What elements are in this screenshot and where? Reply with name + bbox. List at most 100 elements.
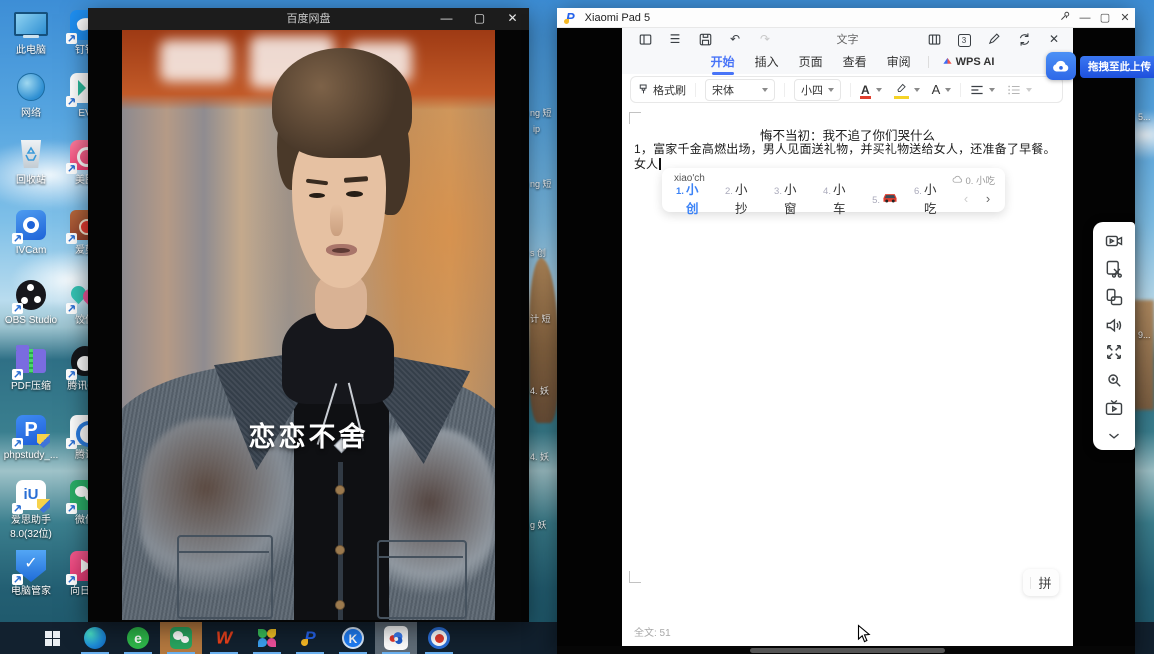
ime-candidate-2[interactable]: 2.小抄 xyxy=(725,179,758,217)
wps-ai-icon xyxy=(942,56,953,67)
screen-recorder-icon xyxy=(428,627,450,649)
desktop-label-fragment: g 妖 xyxy=(530,518,547,531)
format-painter-button[interactable]: 格式刷 xyxy=(637,82,686,98)
shortcut-arrow-icon xyxy=(66,233,77,244)
taskbar-wps[interactable]: W xyxy=(203,622,245,654)
ime-candidate-6[interactable]: 6.小吃 xyxy=(914,179,947,217)
video-person xyxy=(122,30,495,620)
menu-icon[interactable]: ☰ xyxy=(660,29,690,49)
mirror-minimize-button[interactable]: — xyxy=(1075,12,1095,24)
font-size-dropdown[interactable]: 小四 xyxy=(794,79,841,101)
ime-next-page[interactable]: › xyxy=(977,191,999,206)
page-corner-mark xyxy=(629,112,641,124)
desktop-icon-network[interactable]: 网络 xyxy=(2,71,60,119)
desktop-label-fragment: 9... xyxy=(1138,330,1151,340)
ime-candidate-5-car-emoji[interactable]: 5. xyxy=(872,191,898,206)
taskbar-edge[interactable] xyxy=(74,622,116,654)
read-layout-icon[interactable] xyxy=(919,29,949,49)
sync-share-icon[interactable] xyxy=(1009,29,1039,49)
netdisk-minimize-button[interactable]: — xyxy=(430,8,463,30)
collapse-toolbar-icon[interactable] xyxy=(1100,422,1128,450)
taskbar-k-app[interactable]: K xyxy=(332,622,374,654)
taskbar-7p-mirror[interactable]: P xyxy=(289,622,331,654)
fullscreen-icon[interactable] xyxy=(1100,339,1128,367)
mirror-maximize-button[interactable]: ▢ xyxy=(1095,11,1115,24)
desktop-icon-obs-studio[interactable]: OBS Studio xyxy=(2,278,60,326)
xiaomi-mirror-window: P Xiaomi Pad 5 — ▢ ✕ ☰ ↶ ↷ 文字 xyxy=(557,8,1135,654)
volume-icon[interactable] xyxy=(1100,311,1128,339)
desktop-icon-ivcam[interactable]: IVCam xyxy=(2,208,60,256)
desktop-label-fragment: ip xyxy=(533,124,540,134)
video-player[interactable]: 恋恋不舍 xyxy=(122,30,495,620)
ime-candidate-3[interactable]: 3.小窗 xyxy=(774,179,807,217)
cloud-icon xyxy=(952,175,963,184)
ime-candidate-1[interactable]: 1.小创 xyxy=(676,179,709,217)
char-style-button[interactable]: A xyxy=(932,82,952,97)
desktop-icon-this-pc[interactable]: 此电脑 xyxy=(2,8,60,56)
save-icon[interactable] xyxy=(690,29,720,49)
list-button[interactable] xyxy=(1007,84,1032,96)
wps-ribbon-tabs: 开始 插入 页面 查看 审阅 WPS AI xyxy=(622,49,1073,74)
highlight-color-button[interactable] xyxy=(894,82,920,97)
shortcut-arrow-icon xyxy=(66,33,77,44)
shortcut-arrow-icon xyxy=(12,369,23,380)
wps-ai-button[interactable]: WPS AI xyxy=(942,56,995,68)
ime-cloud-candidate[interactable]: 0. 小吃 xyxy=(952,173,995,186)
desktop-icon-pc-manager[interactable]: ✓ 电脑管家 xyxy=(2,549,60,597)
netdisk-close-button[interactable]: ✕ xyxy=(496,8,529,30)
desktop-icon-aisi-assistant[interactable]: iU 爱思助手 8.0(32位) xyxy=(2,478,60,540)
netdisk-titlebar[interactable]: 百度网盘 — ▢ ✕ xyxy=(88,8,529,30)
record-icon[interactable] xyxy=(1100,227,1128,255)
screen-clip-icon[interactable] xyxy=(1100,255,1128,283)
rotate-screen-icon[interactable] xyxy=(1100,283,1128,311)
mirror-control-toolbar xyxy=(1093,222,1135,450)
document-body-line: 女人 xyxy=(634,155,661,172)
netdisk-upload-widget[interactable]: 拖拽至此上传 xyxy=(1046,52,1154,80)
taskbar-wechat[interactable] xyxy=(160,622,202,654)
tab-page[interactable]: 页面 xyxy=(798,50,824,73)
wps-top-toolbar: ☰ ↶ ↷ 文字 3 ✕ xyxy=(622,28,1073,49)
desktop-icon-recycle-bin[interactable]: 回收站 xyxy=(2,138,60,186)
tab-review[interactable]: 审阅 xyxy=(886,50,912,73)
desktop-icon-phpstudy[interactable]: P phpstudy_... xyxy=(2,413,60,461)
ime-candidate-4[interactable]: 4.小车 xyxy=(823,179,856,217)
netdisk-maximize-button[interactable]: ▢ xyxy=(463,8,496,30)
tv-cast-icon[interactable] xyxy=(1100,394,1128,422)
pin-on-top-button[interactable] xyxy=(1055,10,1075,25)
undo-icon[interactable]: ↶ xyxy=(720,29,750,49)
ime-prev-page[interactable]: ‹ xyxy=(955,191,977,206)
document-body-line: 1，富家千金高燃出场，男人见面送礼物，并买礼物送给女人，还准备了早餐。 xyxy=(634,140,1067,157)
text-cursor xyxy=(659,158,661,170)
font-color-button[interactable]: A xyxy=(860,83,882,97)
sidebar-panel-icon[interactable] xyxy=(630,29,660,49)
taskbar-pinwheel-app[interactable] xyxy=(246,622,288,654)
start-button[interactable] xyxy=(31,622,73,654)
tab-view[interactable]: 查看 xyxy=(842,50,868,73)
this-pc-icon xyxy=(14,12,48,36)
desktop-icon-pdf-zip[interactable]: PDF压缩 xyxy=(2,344,60,392)
redo-icon[interactable]: ↷ xyxy=(750,29,780,49)
align-button[interactable] xyxy=(970,84,995,96)
font-name-dropdown[interactable]: 宋体 xyxy=(705,79,775,101)
taskbar-screen-recorder[interactable] xyxy=(418,622,460,654)
pinyin-toggle-button[interactable]: 拼 xyxy=(1023,569,1059,596)
tab-insert[interactable]: 插入 xyxy=(754,50,780,73)
close-document-icon[interactable]: ✕ xyxy=(1039,29,1069,49)
zoom-icon[interactable] xyxy=(1100,366,1128,394)
7p-mirror-icon: P xyxy=(304,628,315,648)
baidu-netdisk-icon xyxy=(384,626,408,650)
edit-pen-icon[interactable] xyxy=(979,29,1009,49)
baidu-netdisk-window: 百度网盘 — ▢ ✕ xyxy=(88,8,529,622)
mirror-titlebar[interactable]: P Xiaomi Pad 5 — ▢ ✕ xyxy=(557,8,1135,28)
gesture-bar[interactable] xyxy=(750,648,945,653)
taskbar-baidu-netdisk[interactable] xyxy=(375,622,417,654)
wechat-icon xyxy=(170,627,192,649)
taskbar-360-browser[interactable]: e xyxy=(117,622,159,654)
page-count-badge[interactable]: 3 xyxy=(949,29,979,49)
tab-home[interactable]: 开始 xyxy=(710,50,736,73)
mirror-close-button[interactable]: ✕ xyxy=(1115,11,1135,24)
wps-icon: W xyxy=(216,628,232,648)
desktop-label-fragment: 计 短 xyxy=(530,312,551,325)
mouse-cursor xyxy=(857,624,871,649)
recycle-bin-icon xyxy=(19,140,43,168)
